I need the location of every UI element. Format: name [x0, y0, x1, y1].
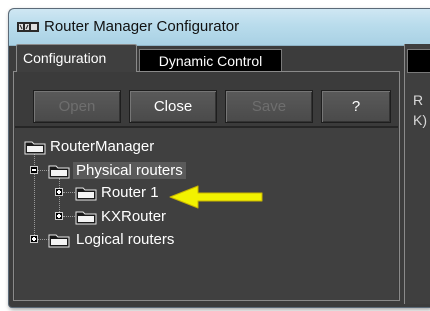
help-button[interactable]: ? [321, 90, 391, 123]
window-title: Router Manager Configurator [44, 18, 240, 35]
folder-icon [24, 141, 46, 155]
right-pane: R K) [404, 44, 430, 304]
close-button[interactable]: Close [129, 90, 217, 123]
right-pane-text-2: K) [413, 112, 427, 128]
save-button[interactable]: Save [225, 90, 313, 123]
tree-node-kxrouter[interactable]: KXRouter [101, 207, 166, 227]
tree-node-physical-routers[interactable]: Physical routers [73, 161, 186, 181]
right-pane-tab[interactable] [407, 49, 430, 73]
folder-icon [48, 165, 70, 179]
tree-node-label: Physical routers [73, 162, 186, 179]
tree-node-routermanager[interactable]: RouterManager [50, 137, 154, 157]
tree-branch [63, 192, 75, 193]
tree-node-router-1[interactable]: Router 1 [101, 183, 159, 203]
collapse-icon[interactable] [30, 166, 38, 174]
folder-icon [75, 211, 97, 225]
tree-node-logical-routers[interactable]: Logical routers [76, 230, 174, 250]
expand-icon[interactable] [30, 235, 38, 243]
title-bar[interactable]: Router Manager Configurator [9, 9, 430, 46]
folder-icon [48, 234, 70, 248]
tree-node-label: RouterManager [50, 138, 155, 155]
tree-node-label: Router 1 [101, 184, 159, 201]
tab-configuration[interactable]: Configuration [16, 44, 137, 72]
expand-icon[interactable] [55, 212, 63, 220]
tree-line-physical [59, 178, 60, 216]
arrow-annotation [169, 185, 263, 209]
tab-dynamic-control[interactable]: Dynamic Control [139, 49, 282, 72]
right-pane-text-1: R [413, 92, 424, 108]
folder-icon [75, 187, 97, 201]
tree-node-label: Logical routers [76, 231, 175, 248]
expand-icon[interactable] [55, 188, 63, 196]
tree-branch [63, 216, 75, 217]
app-icon [17, 22, 39, 32]
tree-node-label: KXRouter [101, 208, 167, 225]
open-button[interactable]: Open [33, 90, 121, 123]
